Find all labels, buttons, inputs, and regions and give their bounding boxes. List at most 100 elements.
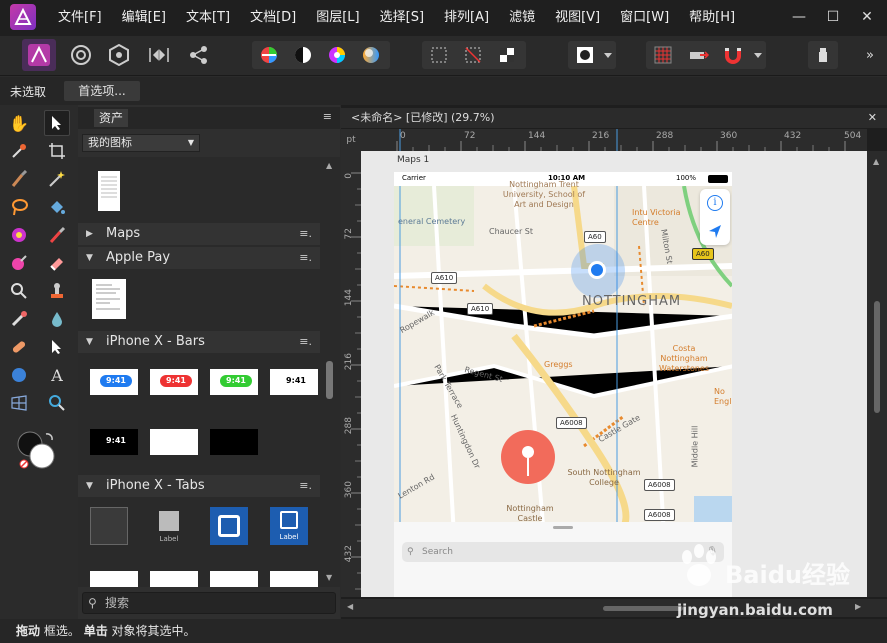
menu-file[interactable]: 文件[F]: [48, 0, 112, 36]
preferences-button[interactable]: 首选项...: [64, 81, 140, 101]
asset-tab-blue-label[interactable]: Label: [270, 507, 308, 545]
toolbar-overflow-icon[interactable]: »: [858, 41, 882, 69]
mesh-warp-icon[interactable]: [6, 390, 32, 416]
scrollbar-thumb[interactable]: [603, 606, 683, 611]
minimize-button[interactable]: —: [784, 0, 814, 36]
asset-bar-black[interactable]: 9:41: [90, 429, 138, 455]
asset-bar-white[interactable]: 9:41: [270, 369, 318, 395]
assets-search-input[interactable]: ⚲ 搜索: [82, 592, 336, 614]
pixel-persona-icon[interactable]: [66, 41, 96, 69]
usb-icon[interactable]: [808, 41, 838, 69]
zoom-magnifier-icon[interactable]: [6, 278, 32, 304]
hue-icon[interactable]: [322, 41, 352, 69]
map-pin-icon[interactable]: [501, 430, 555, 484]
sync-icon[interactable]: [144, 41, 174, 69]
scroll-left-icon[interactable]: ◀: [347, 602, 353, 611]
share-icon[interactable]: [184, 41, 214, 69]
asset-bar-white-2[interactable]: [150, 429, 198, 455]
asset-tab-row[interactable]: [150, 571, 198, 587]
asset-tab-row[interactable]: [90, 571, 138, 587]
category-menu-icon[interactable]: ≡.: [299, 247, 312, 269]
document-tab[interactable]: <未命名> [已修改] (29.7%) ✕: [341, 108, 887, 128]
assets-tab[interactable]: 资产: [94, 109, 129, 127]
locate-arrow-icon[interactable]: [707, 223, 723, 242]
asset-bar-blue[interactable]: 9:41: [90, 369, 138, 395]
asset-bar-red[interactable]: 9:41: [150, 369, 198, 395]
menu-text[interactable]: 文本[T]: [176, 0, 240, 36]
sheet-handle[interactable]: [553, 526, 573, 529]
color-wheel-icon[interactable]: [254, 41, 284, 69]
magic-wand-icon[interactable]: [44, 166, 70, 192]
menu-view[interactable]: 视图[V]: [545, 0, 610, 36]
bandage-icon[interactable]: [6, 334, 32, 360]
paint-brush-icon[interactable]: [6, 166, 32, 192]
menu-layer[interactable]: 图层[L]: [306, 0, 369, 36]
flood-fill-icon[interactable]: [44, 194, 70, 220]
designer-persona-icon[interactable]: [22, 39, 56, 71]
move-tool-pointer-icon[interactable]: [44, 110, 70, 136]
menu-window[interactable]: 窗口[W]: [610, 0, 679, 36]
color-brush-icon[interactable]: [6, 222, 32, 248]
category-iphone-x-tabs[interactable]: ▼ iPhone X - Tabs ≡.: [78, 475, 320, 497]
mode-dropdown-icon[interactable]: [600, 41, 616, 69]
menu-help[interactable]: 帮助[H]: [679, 0, 745, 36]
category-apple-pay[interactable]: ▼ Apple Pay ≡.: [78, 247, 320, 269]
asset-tab-blue-large[interactable]: [210, 507, 248, 545]
blur-drop-icon[interactable]: [44, 306, 70, 332]
close-button[interactable]: ✕: [852, 0, 882, 36]
color-swatch-icon[interactable]: [16, 430, 56, 470]
zoom-tool-icon[interactable]: [44, 390, 70, 416]
category-menu-icon[interactable]: ≡.: [299, 475, 312, 497]
menu-arrange[interactable]: 排列[A]: [434, 0, 499, 36]
close-doc-icon[interactable]: ✕: [868, 108, 877, 128]
menu-filters[interactable]: 滤镜: [499, 0, 545, 36]
menu-document[interactable]: 文档[D]: [240, 0, 306, 36]
mode-circle-icon[interactable]: [570, 41, 600, 69]
panel-menu-icon[interactable]: ≡: [323, 110, 332, 123]
asset-tab-label-grey[interactable]: Label: [150, 507, 188, 545]
color-replace-icon[interactable]: [6, 250, 32, 276]
clone-stamp-icon[interactable]: [44, 278, 70, 304]
category-menu-icon[interactable]: ≡.: [299, 223, 312, 245]
magnet-icon[interactable]: [718, 41, 748, 69]
node-tool-icon[interactable]: [44, 334, 70, 360]
asset-tab-row[interactable]: [270, 571, 318, 587]
ellipse-tool-icon[interactable]: [6, 362, 32, 388]
category-select[interactable]: 我的图标 ▼: [82, 134, 200, 152]
checker-icon[interactable]: [492, 41, 522, 69]
category-maps[interactable]: ▶ Maps ≡.: [78, 223, 320, 245]
canvas[interactable]: Maps 1 Carrier 10:10 AM 100% Nottingham …: [361, 151, 867, 597]
text-tool-icon[interactable]: A: [44, 362, 70, 388]
contrast-icon[interactable]: [288, 41, 318, 69]
maximize-button[interactable]: ☐: [818, 0, 848, 36]
category-iphone-x-bars[interactable]: ▼ iPhone X - Bars ≡.: [78, 331, 320, 353]
marquee-icon[interactable]: [424, 41, 454, 69]
menu-select[interactable]: 选择[S]: [370, 0, 434, 36]
no-fill-icon[interactable]: [458, 41, 488, 69]
info-button-icon[interactable]: i: [707, 195, 723, 211]
grid-icon[interactable]: [648, 41, 678, 69]
align-icon[interactable]: [684, 41, 714, 69]
view-tool-hand-icon[interactable]: ✋: [6, 110, 32, 136]
asset-tab-row[interactable]: [210, 571, 258, 587]
asset-thumb-page[interactable]: [98, 171, 120, 211]
artboard-maps[interactable]: Carrier 10:10 AM 100% Nottingham Trent U…: [394, 172, 732, 597]
asset-bar-black-2[interactable]: [210, 429, 258, 455]
category-menu-icon[interactable]: ≡.: [299, 331, 312, 353]
assets-scrollbar[interactable]: ▲ ▼: [320, 157, 340, 587]
lasso-icon[interactable]: [6, 194, 32, 220]
asset-tab-dark[interactable]: [90, 507, 128, 545]
canvas-scrollbar-vertical[interactable]: ▲: [867, 151, 887, 597]
scroll-up-icon[interactable]: ▲: [873, 157, 879, 166]
export-persona-icon[interactable]: [104, 41, 134, 69]
menu-edit[interactable]: 编辑[E]: [112, 0, 176, 36]
crop-icon[interactable]: [44, 138, 70, 164]
color-picker-icon[interactable]: [6, 138, 32, 164]
snapping-dropdown-icon[interactable]: [750, 41, 766, 69]
asset-thumb-apple-pay[interactable]: [92, 279, 126, 319]
erase-icon[interactable]: [44, 250, 70, 276]
scroll-up-icon[interactable]: ▲: [326, 161, 332, 170]
gradient-icon[interactable]: [356, 41, 386, 69]
asset-bar-green[interactable]: 9:41: [210, 369, 258, 395]
scrollbar-thumb[interactable]: [874, 301, 880, 413]
